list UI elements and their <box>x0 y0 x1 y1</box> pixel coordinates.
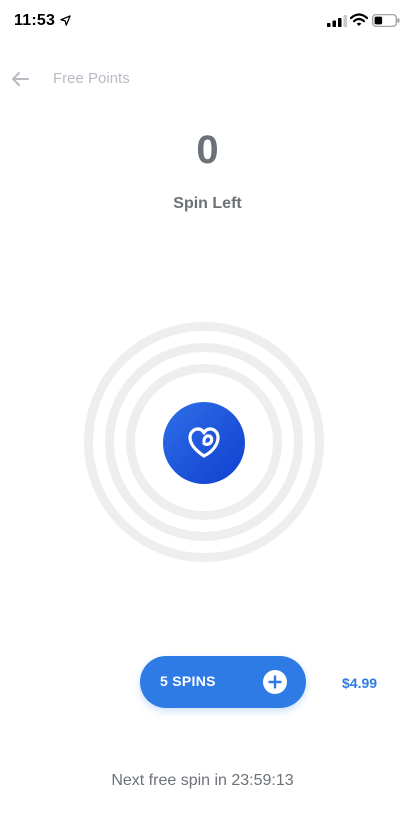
status-bar: 11:53 <box>0 0 415 44</box>
back-arrow-icon[interactable] <box>8 66 34 92</box>
status-time: 11:53 <box>14 12 56 29</box>
plus-icon <box>263 670 287 694</box>
next-free-spin-timer: Next free spin in 23:59:13 <box>111 772 294 789</box>
buy-spins-label: 5 SPINS <box>160 673 216 689</box>
spins-left-count: 0 <box>196 128 219 172</box>
signal-icon <box>327 15 347 27</box>
spin-wheel <box>84 322 324 562</box>
page-title: Free Points <box>53 70 130 87</box>
heart-logo-icon <box>188 427 220 458</box>
price-label: $4.99 <box>342 675 378 691</box>
spins-left-label: Spin Left <box>173 195 242 212</box>
battery-icon <box>372 14 400 27</box>
location-arrow-icon <box>60 15 71 26</box>
wifi-icon <box>350 13 368 26</box>
buy-spins-button[interactable]: 5 SPINS <box>140 656 306 708</box>
spin-button[interactable] <box>163 402 245 484</box>
